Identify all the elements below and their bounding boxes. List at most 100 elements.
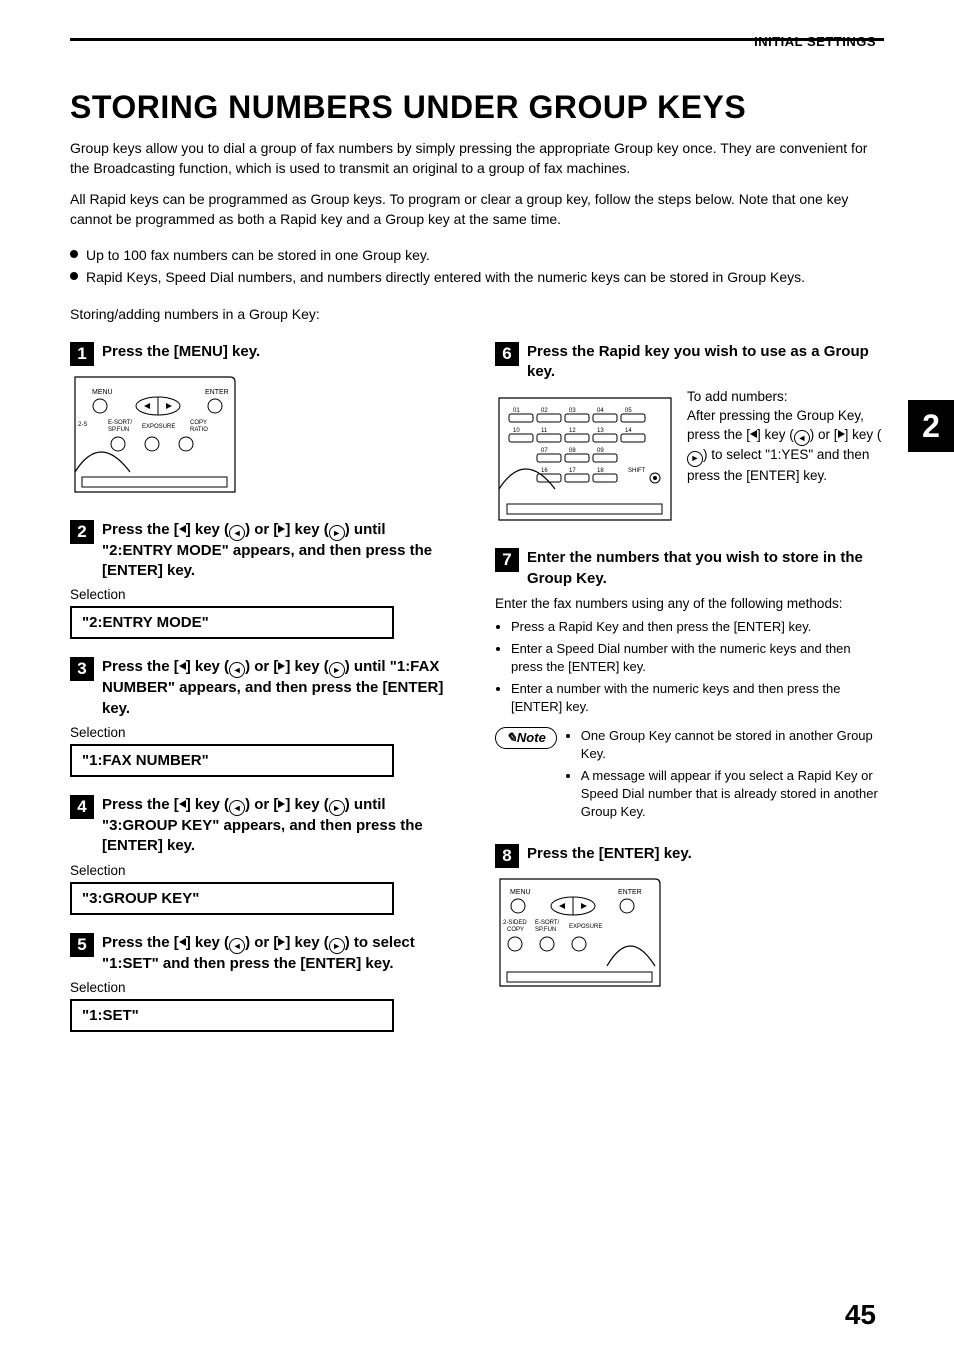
step-title: Enter the numbers that you wish to store… <box>527 548 884 589</box>
list-item: One Group Key cannot be stored in anothe… <box>581 727 884 763</box>
step-3: 3 Press the [] key (◄) or [] key (►) unt… <box>70 657 459 777</box>
intro-paragraph-2: All Rapid keys can be programmed as Grou… <box>70 189 884 230</box>
list-item: A message will appear if you select a Ra… <box>581 767 884 822</box>
lcd-display: "2:ENTRY MODE" <box>70 606 394 639</box>
step-number: 5 <box>70 933 94 957</box>
svg-text:07: 07 <box>541 448 548 454</box>
svg-text:17: 17 <box>569 468 576 474</box>
svg-text:MENU: MENU <box>92 389 113 396</box>
lcd-display: "1:FAX NUMBER" <box>70 744 394 777</box>
note-label: ✎Note <box>495 727 557 749</box>
pencil-icon: ✎ <box>506 730 517 745</box>
svg-text:COPY: COPY <box>190 420 207 426</box>
header-section: INITIAL SETTINGS <box>754 34 876 49</box>
left-arrow-icon <box>179 800 186 808</box>
left-key-icon: ◄ <box>229 525 245 541</box>
chapter-tab: 2 <box>908 400 954 452</box>
svg-text:2-SIDED: 2-SIDED <box>503 920 527 926</box>
step-1: 1 Press the [MENU] key. MENU ENTER 2-S <box>70 342 459 502</box>
svg-text:RATIO: RATIO <box>190 427 208 433</box>
left-column: 1 Press the [MENU] key. MENU ENTER 2-S <box>70 332 459 1050</box>
step-title: Press the [] key (◄) or [] key (►) to se… <box>102 933 459 974</box>
step-title: Press the [] key (◄) or [] key (►) until… <box>102 520 459 582</box>
selection-label: Selection <box>70 725 459 740</box>
step-number: 1 <box>70 342 94 366</box>
svg-text:MENU: MENU <box>510 889 531 896</box>
step-body: Enter the fax numbers using any of the f… <box>495 595 884 614</box>
svg-text:COPY: COPY <box>507 927 524 933</box>
page-title: STORING NUMBERS UNDER GROUP KEYS <box>70 89 884 126</box>
svg-text:SP.FUN: SP.FUN <box>108 427 129 433</box>
step-5: 5 Press the [] key (◄) or [] key (►) to … <box>70 933 459 1032</box>
left-key-icon: ◄ <box>794 430 810 446</box>
step-2: 2 Press the [] key (◄) or [] key (►) unt… <box>70 520 459 640</box>
step-number: 3 <box>70 657 94 681</box>
step-title: Press the Rapid key you wish to use as a… <box>527 342 884 383</box>
step-number: 2 <box>70 520 94 544</box>
step-title: Press the [] key (◄) or [] key (►) until… <box>102 795 459 857</box>
svg-text:SP.FUN: SP.FUN <box>535 927 556 933</box>
left-arrow-icon <box>179 662 186 670</box>
svg-text:04: 04 <box>597 408 604 414</box>
svg-text:2-S: 2-S <box>78 422 87 428</box>
svg-text:ENTER: ENTER <box>618 889 642 896</box>
left-arrow-icon <box>750 430 757 438</box>
svg-text:13: 13 <box>597 428 604 434</box>
lcd-display: "1:SET" <box>70 999 394 1032</box>
left-key-icon: ◄ <box>229 938 245 954</box>
step-title: Press the [] key (◄) or [] key (►) until… <box>102 657 459 719</box>
svg-text:10: 10 <box>513 428 520 434</box>
feature-bullets: Up to 100 fax numbers can be stored in o… <box>70 245 884 288</box>
left-key-icon: ◄ <box>229 800 245 816</box>
svg-text:ENTER: ENTER <box>205 389 229 396</box>
svg-text:SHIFT: SHIFT <box>628 468 646 474</box>
step-number: 8 <box>495 844 519 868</box>
svg-text:14: 14 <box>625 428 632 434</box>
intro-paragraph-1: Group keys allow you to dial a group of … <box>70 138 884 179</box>
right-key-icon: ► <box>329 800 345 816</box>
svg-text:EXPOSURE: EXPOSURE <box>142 424 175 430</box>
control-panel-illustration: MENU ENTER 2-SIDED COPY E-SORT/ SP.FUN E… <box>495 874 665 994</box>
bullet-item: Up to 100 fax numbers can be stored in o… <box>70 245 884 265</box>
svg-text:01: 01 <box>513 408 520 414</box>
left-arrow-icon <box>179 525 186 533</box>
svg-text:16: 16 <box>541 468 548 474</box>
step-body: To add numbers: After pressing the Group… <box>687 388 884 485</box>
note-box: ✎Note One Group Key cannot be stored in … <box>495 727 884 826</box>
selection-label: Selection <box>70 980 459 995</box>
rapid-keys-illustration: 01 02 03 04 05 10 11 12 <box>495 394 675 524</box>
left-arrow-icon <box>179 938 186 946</box>
step-7: 7 Enter the numbers that you wish to sto… <box>495 548 884 825</box>
svg-text:E-SORT/: E-SORT/ <box>108 420 133 426</box>
left-key-icon: ◄ <box>229 662 245 678</box>
list-item: Enter a Speed Dial number with the numer… <box>511 640 884 676</box>
step-4: 4 Press the [] key (◄) or [] key (►) unt… <box>70 795 459 915</box>
page-number: 45 <box>845 1299 876 1331</box>
svg-text:18: 18 <box>597 468 604 474</box>
right-arrow-icon <box>838 430 845 438</box>
step-number: 6 <box>495 342 519 366</box>
svg-text:02: 02 <box>541 408 548 414</box>
svg-text:EXPOSURE: EXPOSURE <box>569 924 602 930</box>
selection-label: Selection <box>70 863 459 878</box>
svg-text:E-SORT/: E-SORT/ <box>535 920 560 926</box>
selection-label: Selection <box>70 587 459 602</box>
list-item: Enter a number with the numeric keys and… <box>511 680 884 716</box>
right-key-icon: ► <box>329 662 345 678</box>
step-8: 8 Press the [ENTER] key. MENU ENTER 2-SI… <box>495 844 884 994</box>
svg-text:03: 03 <box>569 408 576 414</box>
bullet-item: Rapid Keys, Speed Dial numbers, and numb… <box>70 267 884 287</box>
svg-text:08: 08 <box>569 448 576 454</box>
step-title: Press the [MENU] key. <box>102 342 260 362</box>
right-key-icon: ► <box>329 938 345 954</box>
step-title: Press the [ENTER] key. <box>527 844 692 864</box>
lcd-display: "3:GROUP KEY" <box>70 882 394 915</box>
step-6: 6 Press the Rapid key you wish to use as… <box>495 342 884 531</box>
right-key-icon: ► <box>329 525 345 541</box>
list-item: Press a Rapid Key and then press the [EN… <box>511 618 884 636</box>
svg-text:09: 09 <box>597 448 604 454</box>
step-number: 7 <box>495 548 519 572</box>
right-column: 6 Press the Rapid key you wish to use as… <box>495 332 884 1050</box>
svg-text:12: 12 <box>569 428 576 434</box>
right-key-icon: ► <box>687 451 703 467</box>
